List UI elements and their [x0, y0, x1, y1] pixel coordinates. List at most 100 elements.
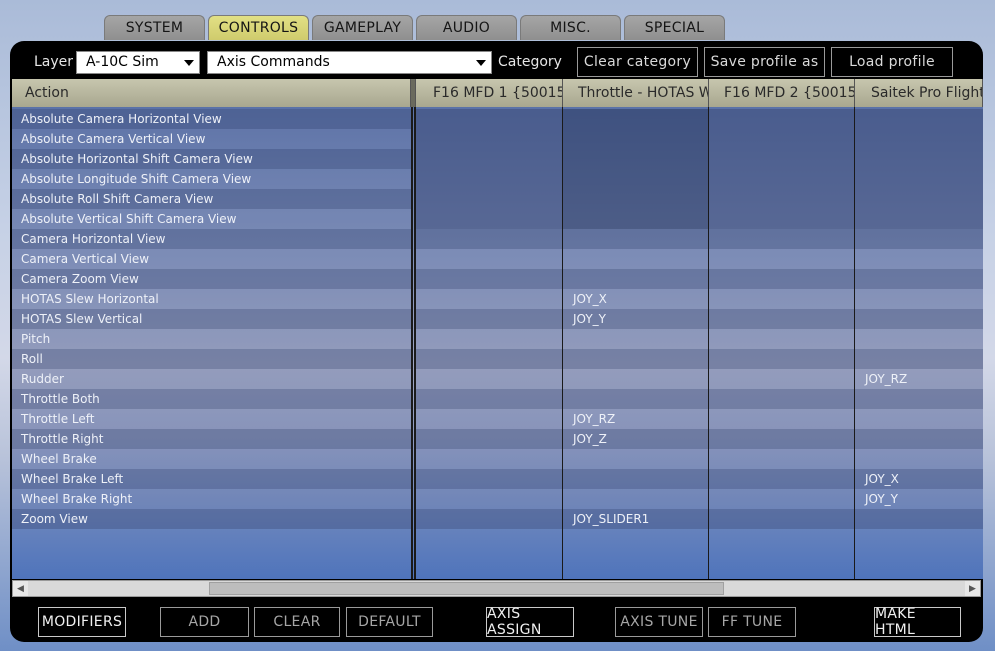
- binding-cell[interactable]: [563, 229, 708, 249]
- binding-cell[interactable]: [709, 189, 854, 209]
- binding-cell[interactable]: [709, 149, 854, 169]
- binding-cell[interactable]: [709, 229, 854, 249]
- binding-cell[interactable]: [709, 309, 854, 329]
- axis-assign-button[interactable]: AXIS ASSIGN: [486, 606, 574, 638]
- table-row[interactable]: Throttle Left: [12, 409, 411, 429]
- table-row[interactable]: Absolute Longitude Shift Camera View: [12, 169, 411, 189]
- tab-audio[interactable]: AUDIO: [416, 15, 517, 40]
- binding-cell[interactable]: [563, 149, 708, 169]
- binding-cell[interactable]: JOY_X: [855, 469, 983, 489]
- binding-cell[interactable]: [563, 469, 708, 489]
- binding-cell[interactable]: [855, 169, 983, 189]
- table-row[interactable]: Pitch: [12, 329, 411, 349]
- ff-tune-button[interactable]: FF TUNE: [708, 607, 796, 637]
- binding-cell[interactable]: [563, 269, 708, 289]
- table-row[interactable]: Zoom View: [12, 509, 411, 529]
- binding-cell[interactable]: JOY_RZ: [855, 369, 983, 389]
- binding-cell[interactable]: [855, 309, 983, 329]
- tab-controls[interactable]: CONTROLS: [208, 15, 309, 40]
- binding-cell[interactable]: [709, 489, 854, 509]
- binding-cell[interactable]: [416, 249, 562, 269]
- binding-cell[interactable]: [416, 209, 562, 229]
- column-header-action[interactable]: Action: [12, 79, 411, 107]
- tab-misc[interactable]: MISC.: [520, 15, 621, 40]
- binding-cell[interactable]: [416, 349, 562, 369]
- binding-cell[interactable]: [855, 289, 983, 309]
- default-button[interactable]: DEFAULT: [346, 607, 433, 637]
- binding-cell[interactable]: [416, 129, 562, 149]
- scrollbar-thumb[interactable]: [209, 582, 724, 595]
- table-row[interactable]: Absolute Camera Vertical View: [12, 129, 411, 149]
- scroll-left-icon[interactable]: ◀: [13, 581, 28, 596]
- binding-cell[interactable]: [563, 209, 708, 229]
- scroll-right-icon[interactable]: ▶: [965, 581, 980, 596]
- table-row[interactable]: Absolute Roll Shift Camera View: [12, 189, 411, 209]
- table-row[interactable]: Wheel Brake Right: [12, 489, 411, 509]
- binding-cell[interactable]: JOY_Y: [563, 309, 708, 329]
- binding-cell[interactable]: [709, 429, 854, 449]
- binding-cell[interactable]: [855, 249, 983, 269]
- binding-cell[interactable]: [709, 469, 854, 489]
- binding-cell[interactable]: JOY_X: [563, 289, 708, 309]
- binding-cell[interactable]: [563, 389, 708, 409]
- commands-dropdown[interactable]: Axis Commands: [207, 51, 492, 74]
- table-row[interactable]: Camera Zoom View: [12, 269, 411, 289]
- binding-cell[interactable]: [416, 389, 562, 409]
- binding-cell[interactable]: [709, 329, 854, 349]
- tab-special[interactable]: SPECIAL: [624, 15, 725, 40]
- binding-cell[interactable]: [709, 129, 854, 149]
- binding-cell[interactable]: [416, 309, 562, 329]
- binding-cell[interactable]: [416, 169, 562, 189]
- column-header-device[interactable]: F16 MFD 1 {500153A0-: [416, 79, 563, 107]
- binding-cell[interactable]: [416, 289, 562, 309]
- binding-cell[interactable]: [416, 229, 562, 249]
- binding-cell[interactable]: [709, 349, 854, 369]
- load-profile-button[interactable]: Load profile: [831, 47, 953, 77]
- save-profile-button[interactable]: Save profile as: [704, 47, 825, 77]
- binding-cell[interactable]: [855, 149, 983, 169]
- binding-cell[interactable]: [563, 109, 708, 129]
- modifiers-button[interactable]: MODIFIERS: [38, 607, 126, 637]
- binding-cell[interactable]: JOY_Z: [563, 429, 708, 449]
- bindings-grid[interactable]: Absolute Camera Horizontal View Absolute …: [12, 107, 983, 579]
- binding-cell[interactable]: [416, 429, 562, 449]
- binding-cell[interactable]: [563, 329, 708, 349]
- binding-cell[interactable]: JOY_RZ: [563, 409, 708, 429]
- binding-cell[interactable]: [563, 369, 708, 389]
- layer-dropdown[interactable]: A-10C Sim: [76, 51, 200, 74]
- table-row[interactable]: Throttle Right: [12, 429, 411, 449]
- binding-cell[interactable]: [855, 129, 983, 149]
- binding-cell[interactable]: [416, 409, 562, 429]
- binding-cell[interactable]: [709, 509, 854, 529]
- binding-cell[interactable]: [855, 389, 983, 409]
- binding-cell[interactable]: [855, 509, 983, 529]
- binding-cell[interactable]: [709, 249, 854, 269]
- binding-cell[interactable]: [709, 269, 854, 289]
- table-row[interactable]: Camera Horizontal View: [12, 229, 411, 249]
- binding-cell[interactable]: [416, 329, 562, 349]
- tab-system[interactable]: SYSTEM: [104, 15, 205, 40]
- binding-cell[interactable]: [855, 409, 983, 429]
- binding-cell[interactable]: [855, 349, 983, 369]
- binding-cell[interactable]: [709, 209, 854, 229]
- binding-cell[interactable]: [416, 489, 562, 509]
- column-header-device[interactable]: Throttle - HOTAS Warthog: [563, 79, 709, 107]
- binding-cell[interactable]: [563, 249, 708, 269]
- binding-cell[interactable]: [709, 409, 854, 429]
- binding-cell[interactable]: [855, 449, 983, 469]
- binding-cell[interactable]: JOY_Y: [855, 489, 983, 509]
- add-button[interactable]: ADD: [160, 607, 249, 637]
- horizontal-scrollbar[interactable]: ◀ ▶: [12, 580, 981, 597]
- binding-cell[interactable]: [709, 289, 854, 309]
- binding-cell[interactable]: [855, 209, 983, 229]
- binding-cell[interactable]: [563, 189, 708, 209]
- table-row[interactable]: HOTAS Slew Horizontal: [12, 289, 411, 309]
- column-header-device[interactable]: F16 MFD 2 {500153A0-: [709, 79, 855, 107]
- table-row[interactable]: Absolute Horizontal Shift Camera View: [12, 149, 411, 169]
- table-row[interactable]: Absolute Camera Horizontal View: [12, 109, 411, 129]
- binding-cell[interactable]: [563, 169, 708, 189]
- binding-cell[interactable]: [709, 109, 854, 129]
- binding-cell[interactable]: JOY_SLIDER1: [563, 509, 708, 529]
- axis-tune-button[interactable]: AXIS TUNE: [615, 607, 703, 637]
- table-row[interactable]: Wheel Brake Left: [12, 469, 411, 489]
